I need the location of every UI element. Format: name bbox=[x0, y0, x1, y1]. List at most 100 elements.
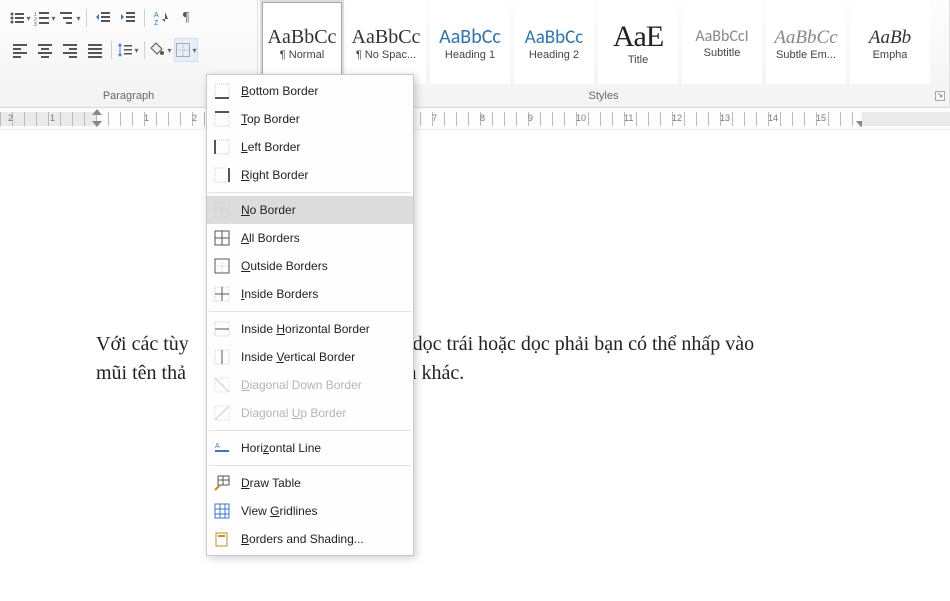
separator bbox=[144, 41, 145, 59]
svg-text:A: A bbox=[215, 443, 220, 450]
menu-label: Diagonal Down Border bbox=[241, 378, 362, 392]
paragraph-row-1: ▾ 123▾ ▾ AZ ¶ bbox=[8, 6, 198, 30]
show-marks-button[interactable]: ¶ bbox=[174, 6, 198, 30]
menu-label: View Gridlines bbox=[241, 504, 318, 518]
ruler-number: 10 bbox=[576, 113, 586, 123]
menu-label: Inside Vertical Border bbox=[241, 350, 355, 364]
left-border-icon bbox=[213, 138, 231, 156]
horizontal-ruler[interactable]: 21123456789101112131415161718 bbox=[0, 108, 950, 130]
ruler-number: 1 bbox=[50, 113, 55, 123]
chevron-down-icon: ▾ bbox=[192, 46, 196, 55]
ruler-number: 13 bbox=[720, 113, 730, 123]
justify-button[interactable] bbox=[83, 38, 107, 62]
style-item-7[interactable]: AaBbEmpha bbox=[850, 2, 930, 84]
bottom-border-icon bbox=[213, 82, 231, 100]
menu-item-diagonal-up-border: Diagonal Up Border bbox=[207, 399, 413, 427]
align-right-button[interactable] bbox=[58, 38, 82, 62]
menu-label: Diagonal Up Border bbox=[241, 406, 346, 420]
multilevel-list-button[interactable]: ▾ bbox=[58, 6, 82, 30]
menu-item-top-border[interactable]: Top Border bbox=[207, 105, 413, 133]
ruler-ticks bbox=[0, 112, 950, 126]
style-item-4[interactable]: AaETitle bbox=[598, 2, 678, 84]
chevron-down-icon: ▾ bbox=[134, 46, 138, 55]
style-item-2[interactable]: AaBbCcHeading 1 bbox=[430, 2, 510, 84]
diagonal-up-border-icon bbox=[213, 404, 231, 422]
decrease-indent-button[interactable] bbox=[91, 6, 115, 30]
ruler-number: 1 bbox=[144, 113, 149, 123]
style-caption: Heading 2 bbox=[529, 49, 579, 65]
style-caption: ¶ Normal bbox=[280, 49, 324, 65]
style-item-1[interactable]: AaBbCc¶ No Spac... bbox=[346, 2, 426, 84]
menu-item-bottom-border[interactable]: Bottom Border bbox=[207, 77, 413, 105]
menu-item-left-border[interactable]: Left Border bbox=[207, 133, 413, 161]
style-preview: AaBbCc bbox=[352, 21, 421, 49]
right-border-icon bbox=[213, 166, 231, 184]
outside-borders-icon bbox=[213, 257, 231, 275]
svg-text:A: A bbox=[154, 12, 159, 19]
sort-button[interactable]: AZ bbox=[149, 6, 173, 30]
horizontal-line-icon: A bbox=[213, 439, 231, 457]
styles-launcher[interactable]: ↘ bbox=[935, 91, 945, 101]
style-caption: Empha bbox=[873, 49, 908, 65]
ruler-number: 9 bbox=[528, 113, 533, 123]
menu-label: Draw Table bbox=[241, 476, 301, 490]
style-item-6[interactable]: AaBbCcSubtle Em... bbox=[766, 2, 846, 84]
menu-item-right-border[interactable]: Right Border bbox=[207, 161, 413, 189]
bullets-button[interactable]: ▾ bbox=[8, 6, 32, 30]
all-borders-icon bbox=[213, 229, 231, 247]
style-caption: Title bbox=[628, 54, 648, 70]
svg-text:Z: Z bbox=[154, 20, 159, 26]
menu-item-inside-borders[interactable]: Inside Borders bbox=[207, 280, 413, 308]
menu-item-all-borders[interactable]: All Borders bbox=[207, 224, 413, 252]
menu-item-no-border[interactable]: No Border bbox=[207, 196, 413, 224]
menu-label: Inside Horizontal Border bbox=[241, 322, 370, 336]
menu-separator bbox=[209, 465, 411, 466]
style-preview: AaBbCcI bbox=[695, 23, 748, 47]
draw-table-icon bbox=[213, 474, 231, 492]
menu-label: Right Border bbox=[241, 168, 308, 182]
menu-item-draw-table[interactable]: Draw Table bbox=[207, 469, 413, 497]
menu-label: Top Border bbox=[241, 112, 300, 126]
style-preview: AaE bbox=[613, 16, 663, 54]
menu-separator bbox=[209, 430, 411, 431]
menu-item-inside-vertical-border[interactable]: Inside Vertical Border bbox=[207, 343, 413, 371]
style-caption: Heading 1 bbox=[445, 49, 495, 65]
menu-item-outside-borders[interactable]: Outside Borders bbox=[207, 252, 413, 280]
ribbon: ▾ 123▾ ▾ AZ ¶ bbox=[0, 0, 950, 108]
line-spacing-button[interactable]: ▾ bbox=[116, 38, 140, 62]
borders-button[interactable]: ▾ bbox=[174, 38, 198, 62]
ruler-number: 7 bbox=[432, 113, 437, 123]
style-item-0[interactable]: AaBbCc¶ Normal bbox=[262, 2, 342, 84]
ruler-margin-right bbox=[862, 112, 950, 126]
menu-item-horizontal-line[interactable]: AHorizontal Line bbox=[207, 434, 413, 462]
inside-horizontal-border-icon bbox=[213, 320, 231, 338]
view-gridlines-icon bbox=[213, 502, 231, 520]
shading-button[interactable]: ▾ bbox=[149, 38, 173, 62]
separator bbox=[144, 9, 145, 27]
menu-item-view-gridlines[interactable]: View Gridlines bbox=[207, 497, 413, 525]
menu-separator bbox=[209, 311, 411, 312]
menu-item-borders-and-shading[interactable]: Borders and Shading... bbox=[207, 525, 413, 553]
increase-indent-button[interactable] bbox=[116, 6, 140, 30]
ruler-number: 2 bbox=[192, 113, 197, 123]
menu-item-inside-horizontal-border[interactable]: Inside Horizontal Border bbox=[207, 315, 413, 343]
numbering-button[interactable]: 123▾ bbox=[33, 6, 57, 30]
inside-borders-icon bbox=[213, 285, 231, 303]
chevron-down-icon: ▾ bbox=[51, 14, 55, 23]
style-caption: Subtle Em... bbox=[776, 49, 836, 65]
hanging-indent-marker[interactable] bbox=[92, 121, 102, 127]
menu-label: No Border bbox=[241, 203, 296, 217]
menu-label: Outside Borders bbox=[241, 259, 328, 273]
separator bbox=[86, 9, 87, 27]
style-preview: AaBb bbox=[869, 22, 911, 49]
align-center-button[interactable] bbox=[33, 38, 57, 62]
ruler-number: 12 bbox=[672, 113, 682, 123]
align-left-button[interactable] bbox=[8, 38, 32, 62]
style-item-5[interactable]: AaBbCcISubtitle bbox=[682, 2, 762, 84]
first-line-indent-marker[interactable] bbox=[92, 109, 102, 115]
chevron-down-icon: ▾ bbox=[26, 14, 30, 23]
style-caption: Subtitle bbox=[704, 47, 741, 63]
chevron-down-icon: ▾ bbox=[167, 46, 171, 55]
style-item-3[interactable]: AaBbCcHeading 2 bbox=[514, 2, 594, 84]
style-caption: ¶ No Spac... bbox=[356, 49, 416, 65]
